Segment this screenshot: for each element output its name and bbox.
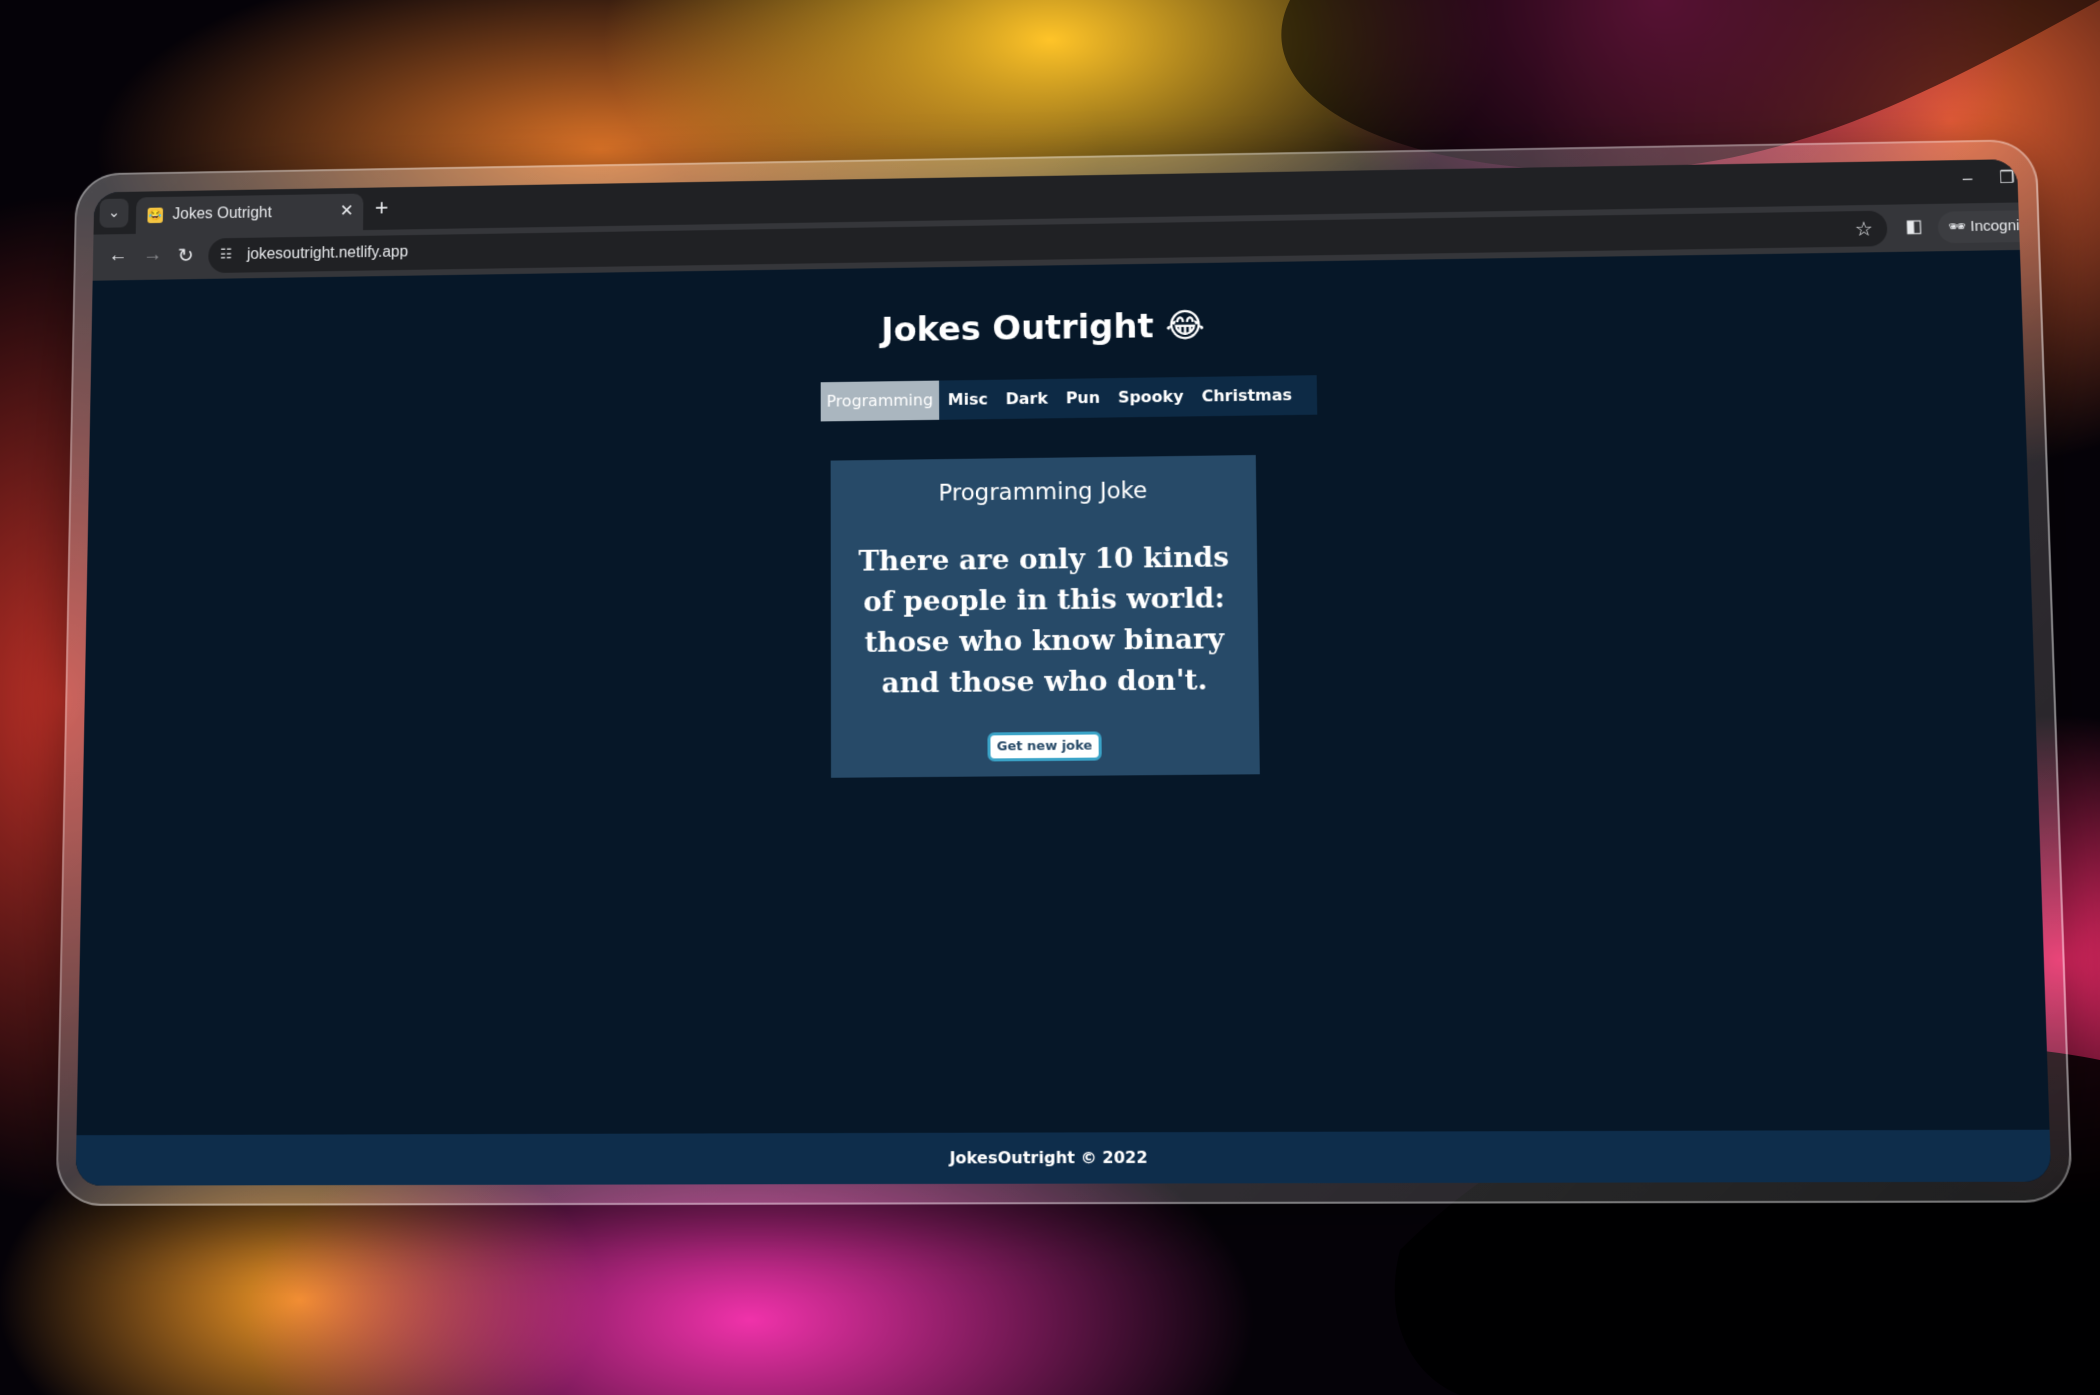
tab-spooky[interactable]: Spooky	[1109, 377, 1193, 418]
joke-card: Programming Joke There are only 10 kinds…	[831, 455, 1260, 778]
side-panel-icon[interactable]: ◧	[1905, 216, 1923, 237]
url-text[interactable]: jokesoutright.netlify.app	[247, 244, 408, 264]
footer: JokesOutright © 2022	[76, 1130, 2052, 1186]
category-tabs: Programming Misc Dark Pun Spooky Christm…	[821, 375, 1318, 421]
tab-christmas[interactable]: Christmas	[1192, 375, 1301, 416]
get-new-joke-button[interactable]: Get new joke	[988, 731, 1102, 761]
restore-icon[interactable]: ❐	[1999, 168, 2015, 188]
reload-icon[interactable]: ↻	[177, 244, 194, 268]
close-icon[interactable]: ✕	[340, 201, 354, 220]
laughing-emoji-icon: 😂	[147, 208, 163, 224]
site-info-icon[interactable]: ☷	[220, 246, 232, 263]
joke-text: There are only 10 kinds of people in thi…	[849, 537, 1241, 704]
tab-pun[interactable]: Pun	[1057, 378, 1109, 418]
back-arrow-icon[interactable]: ←	[108, 245, 128, 267]
page-title: Jokes Outright 😂	[91, 294, 2023, 362]
tab-dark[interactable]: Dark	[997, 379, 1057, 419]
incognito-icon: 🕶	[1948, 218, 1967, 235]
chevron-down-icon[interactable]: ⌄	[99, 199, 128, 228]
browser-window-frame: ⌄ 😂 Jokes Outright ✕ + – ❐ ✕ ← → ↻ ☷ jok…	[76, 159, 2052, 1186]
forward-arrow-icon[interactable]: →	[143, 244, 163, 266]
joke-card-heading: Programming Joke	[831, 477, 1257, 508]
new-tab-button[interactable]: +	[375, 195, 389, 222]
page-content: Jokes Outright 😂 Programming Misc Dark P…	[76, 250, 2052, 1186]
tab-misc[interactable]: Misc	[939, 380, 997, 420]
star-icon[interactable]: ☆	[1854, 217, 1873, 242]
tab-title: Jokes Outright	[172, 205, 271, 224]
tab-programming[interactable]: Programming	[821, 381, 939, 422]
minimize-icon[interactable]: –	[1962, 169, 1972, 189]
browser-tab[interactable]: 😂 Jokes Outright ✕	[136, 194, 364, 234]
browser-window: ⌄ 😂 Jokes Outright ✕ + – ❐ ✕ ← → ↻ ☷ jok…	[76, 159, 2052, 1186]
